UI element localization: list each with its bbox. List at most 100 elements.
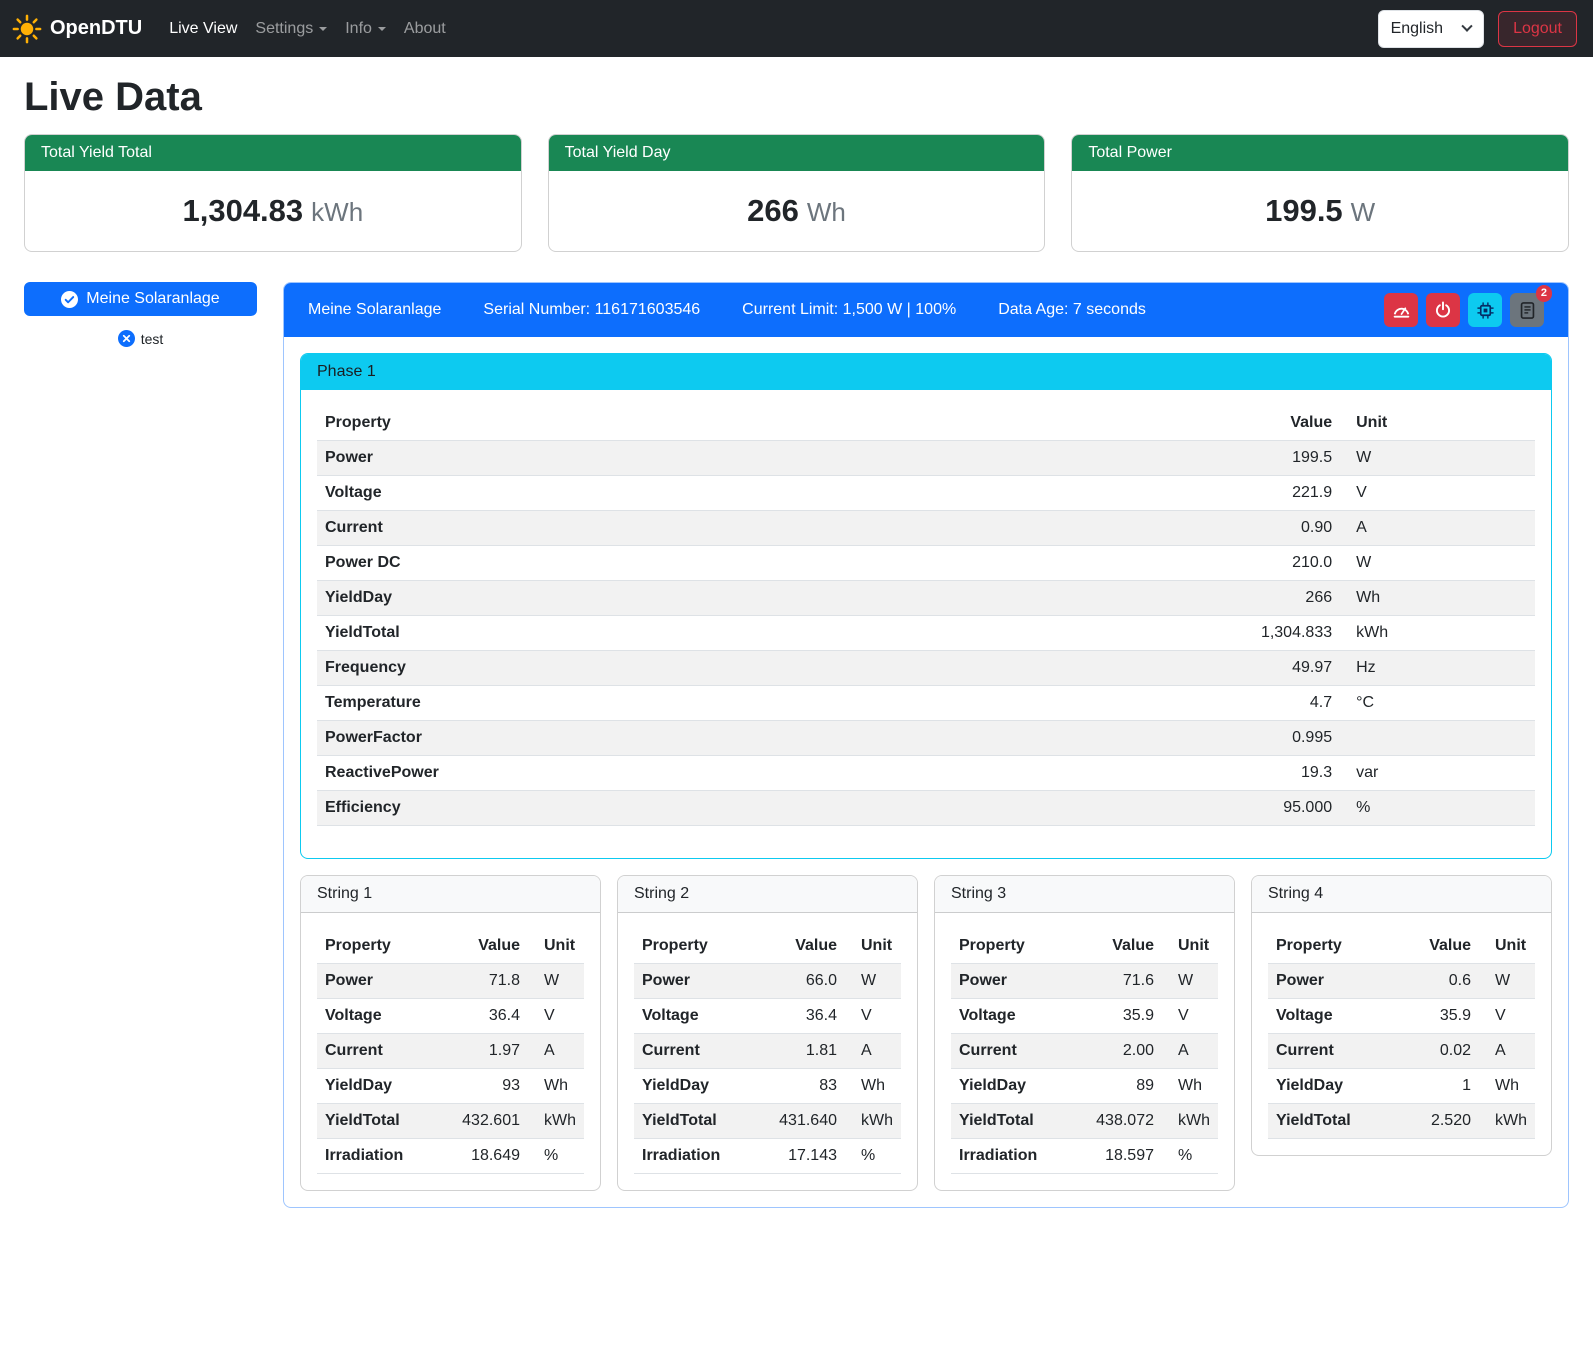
property-cell: Power <box>1268 964 1397 999</box>
table-row: PowerFactor 0.995 <box>317 721 1535 756</box>
nav-item-settings[interactable]: Settings <box>246 12 336 46</box>
property-cell: Temperature <box>317 686 929 721</box>
table-row: YieldDay 93 Wh <box>317 1069 584 1104</box>
property-cell: Frequency <box>317 651 929 686</box>
nav-item-live-view[interactable]: Live View <box>160 12 246 46</box>
unit-cell: A <box>1162 1034 1218 1069</box>
sun-icon <box>12 14 42 44</box>
table-row: Voltage 35.9 V <box>1268 999 1535 1034</box>
unit-header: Unit <box>1340 406 1535 441</box>
x-circle-icon[interactable] <box>118 330 135 347</box>
cpu-icon <box>1476 301 1495 320</box>
property-cell: Voltage <box>634 999 752 1034</box>
string-card: String 4 Property Value Unit <box>1251 875 1552 1156</box>
table-row: Current 0.02 A <box>1268 1034 1535 1069</box>
unit-cell: var <box>1340 756 1535 791</box>
property-cell: PowerFactor <box>317 721 929 756</box>
table-header-row: Property Value Unit <box>317 406 1535 441</box>
value-cell: 35.9 <box>1397 999 1479 1034</box>
chevron-down-icon <box>319 27 327 31</box>
summary-card-title: Total Yield Total <box>25 135 521 171</box>
inverter-select-button[interactable]: Meine Solaranlage <box>24 282 257 316</box>
unit-cell: °C <box>1340 686 1535 721</box>
value-cell: 19.3 <box>929 756 1340 791</box>
value-cell: 4.7 <box>929 686 1340 721</box>
summary-number: 266 <box>747 193 799 228</box>
property-cell: Voltage <box>317 476 929 511</box>
language-value: English <box>1391 20 1443 38</box>
unit-cell: V <box>1340 476 1535 511</box>
unit-cell: V <box>845 999 901 1034</box>
value-cell: 49.97 <box>929 651 1340 686</box>
unit-cell: A <box>528 1034 584 1069</box>
inverter-actions: 2 <box>1384 293 1544 327</box>
tag-row: test <box>24 330 257 347</box>
value-cell: 0.02 <box>1397 1034 1479 1069</box>
property-cell: YieldTotal <box>1268 1104 1397 1139</box>
value-cell: 0.6 <box>1397 964 1479 999</box>
unit-header: Unit <box>1162 929 1218 964</box>
property-header: Property <box>634 929 752 964</box>
unit-cell: kWh <box>1162 1104 1218 1139</box>
value-cell: 71.6 <box>1069 964 1162 999</box>
summary-card: Total Power 199.5W <box>1071 134 1569 252</box>
language-select[interactable]: English <box>1378 10 1484 48</box>
page-title: Live Data <box>24 75 1569 120</box>
table-header-row: Property Value Unit <box>951 929 1218 964</box>
phase-card-title: Phase 1 <box>301 354 1551 390</box>
property-cell: YieldTotal <box>317 616 929 651</box>
inverter-serial: Serial Number: 116171603546 <box>483 301 700 319</box>
table-header-row: Property Value Unit <box>634 929 901 964</box>
inverter-select-label: Meine Solaranlage <box>86 290 219 308</box>
value-cell: 36.4 <box>752 999 845 1034</box>
nav-item-about[interactable]: About <box>395 12 455 46</box>
string-table: Property Value Unit Power <box>1268 929 1535 1139</box>
unit-cell: W <box>845 964 901 999</box>
value-cell: 66.0 <box>752 964 845 999</box>
summary-card: Total Yield Total 1,304.83kWh <box>24 134 522 252</box>
unit-cell: % <box>845 1139 901 1174</box>
property-header: Property <box>1268 929 1397 964</box>
speedometer-icon <box>1392 301 1411 320</box>
table-row: Power DC 210.0 W <box>317 546 1535 581</box>
unit-cell: kWh <box>1479 1104 1535 1139</box>
limit-settings-button[interactable] <box>1384 293 1418 327</box>
property-cell: Efficiency <box>317 791 929 826</box>
value-cell: 95.000 <box>929 791 1340 826</box>
nav-item-info[interactable]: Info <box>336 12 395 46</box>
table-row: Current 0.90 A <box>317 511 1535 546</box>
property-cell: YieldDay <box>951 1069 1069 1104</box>
main-row: Meine Solaranlage test Meine Solaranlage… <box>24 282 1569 1208</box>
summary-card-body: 1,304.83kWh <box>25 171 521 251</box>
string-card: String 1 Property Value Unit <box>300 875 601 1191</box>
unit-cell: W <box>1479 964 1535 999</box>
device-info-button[interactable] <box>1468 293 1502 327</box>
table-row: Temperature 4.7 °C <box>317 686 1535 721</box>
brand[interactable]: OpenDTU <box>12 14 142 44</box>
property-cell: Current <box>1268 1034 1397 1069</box>
power-button[interactable] <box>1426 293 1460 327</box>
summary-unit: Wh <box>807 197 846 227</box>
journal-text-icon <box>1518 301 1537 320</box>
unit-cell: W <box>1162 964 1218 999</box>
property-cell: YieldTotal <box>951 1104 1069 1139</box>
value-cell: 2.520 <box>1397 1104 1479 1139</box>
string-card-body: Property Value Unit Power <box>301 913 600 1174</box>
property-cell: Irradiation <box>951 1139 1069 1174</box>
events-count-badge: 2 <box>1536 285 1552 302</box>
unit-cell: Wh <box>845 1069 901 1104</box>
string-card-title: String 4 <box>1252 876 1551 913</box>
nav-item-label: Info <box>345 20 372 38</box>
value-cell: 1.81 <box>752 1034 845 1069</box>
unit-cell: Wh <box>1479 1069 1535 1104</box>
value-cell: 2.00 <box>1069 1034 1162 1069</box>
table-row: YieldTotal 1,304.833 kWh <box>317 616 1535 651</box>
value-cell: 17.143 <box>752 1139 845 1174</box>
events-button[interactable]: 2 <box>1510 293 1544 327</box>
value-cell: 221.9 <box>929 476 1340 511</box>
property-cell: Current <box>317 1034 435 1069</box>
table-row: ReactivePower 19.3 var <box>317 756 1535 791</box>
string-card-title: String 1 <box>301 876 600 913</box>
logout-button[interactable]: Logout <box>1498 11 1577 47</box>
table-row: Voltage 36.4 V <box>317 999 584 1034</box>
